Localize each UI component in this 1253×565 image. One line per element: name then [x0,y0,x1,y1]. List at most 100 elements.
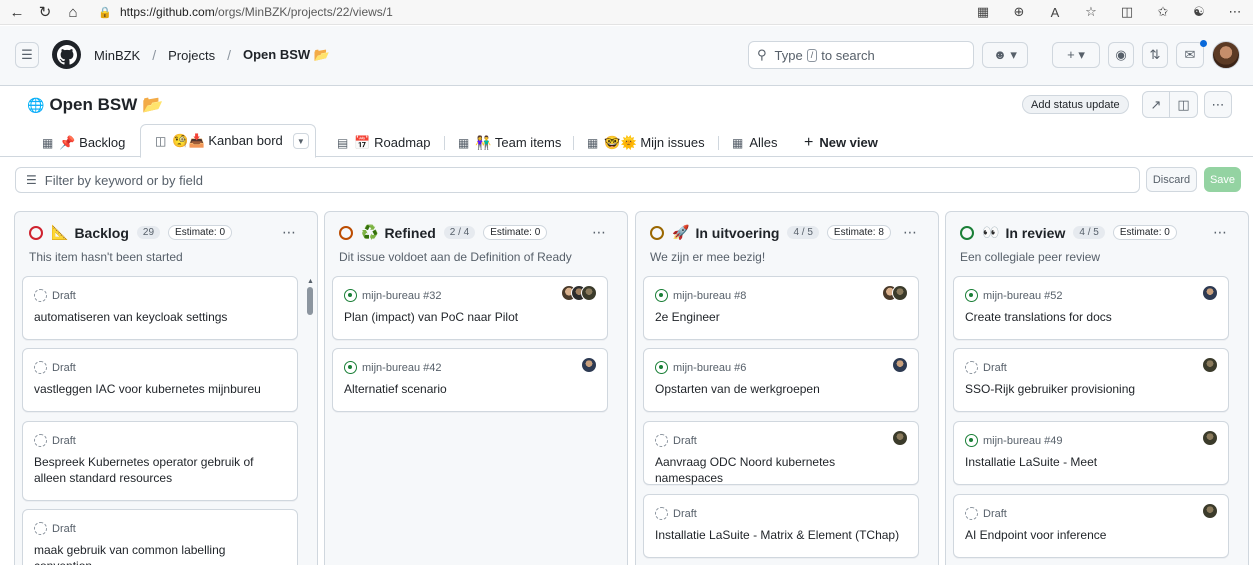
column-description: This item hasn't been started [29,250,183,264]
inbox-icon[interactable]: ✉ [1176,42,1204,68]
tab-roadmap[interactable]: ▤ 📅 Roadmap [337,128,431,157]
column-header: ♻️ Refined 2 / 4 Estimate: 0 [339,224,548,241]
tab-label: 📌 Backlog [59,134,126,150]
column-menu-icon[interactable]: ⋯ [1213,224,1228,241]
board-card[interactable]: Draft maak gebruik van common labelling … [22,509,298,565]
board-card[interactable]: Draft SSO-Rijk gebruiker provisioning [953,348,1229,412]
address-bar[interactable]: 🔒 https://github.com/orgs/MinBZK/project… [98,1,393,23]
hamburger-menu-button[interactable]: ☰ [15,42,39,68]
url-text[interactable]: https://github.com/orgs/MinBZK/projects/… [120,5,393,19]
search-input[interactable]: ⚲ Type / to search [748,41,974,69]
project-menu-icon[interactable]: ⋯ [1204,91,1232,118]
column-menu-icon[interactable]: ⋯ [592,224,607,241]
tab-backlog[interactable]: ▦ 📌 Backlog [42,128,125,157]
home-icon[interactable]: ⌂ [62,1,84,23]
add-status-update-button[interactable]: Add status update [1022,95,1129,114]
breadcrumb-project[interactable]: Open BSW 📂 [243,47,330,63]
card-meta: Draft [34,522,76,535]
read-aloud-icon[interactable]: A [1045,2,1065,22]
card-title[interactable]: Opstarten van de werkgroepen [655,381,905,397]
column-menu-icon[interactable]: ⋯ [282,224,297,241]
avatar[interactable] [892,285,908,301]
tab-kanban-bord[interactable]: ◫ 🧐📥 Kanban bord ▼ [140,124,316,158]
avatar[interactable] [581,357,597,373]
user-avatar[interactable] [1212,41,1240,69]
card-title[interactable]: AI Endpoint voor inference [965,527,1215,543]
filter-input[interactable]: ☰ Filter by keyword or by field [15,167,1140,193]
tab-alles[interactable]: ▦ Alles [732,128,778,157]
discard-button[interactable]: Discard [1146,167,1197,192]
card-title[interactable]: Installatie LaSuite - Meet [965,454,1215,470]
avatar[interactable] [1202,430,1218,446]
board-card[interactable]: mijn-bureau #6 Opstarten van de werkgroe… [643,348,919,412]
card-title[interactable]: 2e Engineer [655,309,905,325]
split-screen-icon[interactable]: ◫ [1117,2,1137,22]
reload-icon[interactable]: ↻ [34,1,56,23]
assignees [1202,285,1218,301]
tab-mijn-issues[interactable]: ▦ 🤓🌞 Mijn issues [587,128,705,157]
board-card[interactable]: mijn-bureau #42 Alternatief scenario [332,348,608,412]
breadcrumb-projects[interactable]: Projects [168,48,215,63]
column-menu-icon[interactable]: ⋯ [903,224,918,241]
card-title[interactable]: SSO-Rijk gebruiker provisioning [965,381,1215,397]
back-icon[interactable]: ← [6,1,28,23]
card-title[interactable]: Create translations for docs [965,309,1215,325]
copilot-button[interactable]: ☻ ▾ [982,42,1028,68]
insights-icon[interactable]: ↗ [1142,91,1170,118]
create-new-button[interactable]: + ▾ [1052,42,1100,68]
github-logo-icon[interactable] [52,40,81,69]
url-host: https://github.com [120,5,215,19]
avatar[interactable] [1202,285,1218,301]
card-title[interactable]: Alternatief scenario [344,381,594,397]
board-card[interactable]: Draft automatiseren van keycloak setting… [22,276,298,340]
issues-icon[interactable]: ◉ [1108,42,1134,68]
zoom-icon[interactable]: ⊕ [1009,2,1029,22]
board-card[interactable]: mijn-bureau #49 Installatie LaSuite - Me… [953,421,1229,485]
board-card[interactable]: Draft vastleggen IAC voor kubernetes mij… [22,348,298,412]
card-title[interactable]: maak gebruik van common labelling conven… [34,542,284,565]
board-card[interactable]: Draft Aanvraag ODC Noord kubernetes name… [643,421,919,485]
new-view-button[interactable]: + New view [804,128,878,157]
side-panel-icon[interactable]: ◫ [1170,91,1198,118]
avatar[interactable] [581,285,597,301]
board-card[interactable]: mijn-bureau #8 2e Engineer [643,276,919,340]
extensions-icon[interactable]: ☯ [1189,2,1209,22]
card-title[interactable]: Plan (impact) van PoC naar Pilot [344,309,594,325]
chevron-down-icon[interactable]: ▼ [292,133,309,149]
card-title[interactable]: Aanvraag ODC Noord kubernetes namespaces [655,454,905,486]
favorites-bar-icon[interactable]: ✩ [1153,2,1173,22]
assignees [581,357,597,373]
card-title[interactable]: vastleggen IAC voor kubernetes mijnbureu [34,381,284,397]
pull-requests-icon[interactable]: ⇅ [1142,42,1168,68]
avatar[interactable] [1202,503,1218,519]
avatar[interactable] [1202,357,1218,373]
scrollbar-thumb[interactable] [307,287,313,315]
card-meta: Draft [965,361,1007,374]
board-card[interactable]: mijn-bureau #32 Plan (impact) van PoC na… [332,276,608,340]
card-title[interactable]: Bespreek Kubernetes operator gebruik of … [34,454,284,486]
tab-team-items[interactable]: ▦ 👫 Team items [458,128,561,157]
column-header: 🚀 In uitvoering 4 / 5 Estimate: 8 [650,224,891,241]
board-card[interactable]: Draft Installatie LaSuite - Matrix & Ele… [643,494,919,558]
breadcrumb: MinBZK / Projects / Open BSW 📂 [94,47,330,63]
search-prefix: Type [774,47,803,63]
card-meta: mijn-bureau #6 [655,361,746,374]
table-icon: ▦ [42,135,54,150]
favorite-icon[interactable]: ☆ [1081,2,1101,22]
column-scrollbar[interactable]: ▲ [307,278,314,565]
more-icon[interactable]: ⋯ [1225,2,1245,22]
apps-icon[interactable]: ▦ [973,2,993,22]
avatar[interactable] [892,430,908,446]
board-card[interactable]: Draft AI Endpoint voor inference [953,494,1229,558]
board-card[interactable]: mijn-bureau #52 Create translations for … [953,276,1229,340]
save-button[interactable]: Save [1204,167,1241,192]
board-card[interactable]: Draft Bespreek Kubernetes operator gebru… [22,421,298,501]
breadcrumb-org[interactable]: MinBZK [94,48,140,63]
scroll-up-icon[interactable]: ▲ [307,278,314,285]
column-in-review: 👀 In review 4 / 5 Estimate: 0 ⋯ Een coll… [945,211,1249,565]
card-title[interactable]: Installatie LaSuite - Matrix & Element (… [655,527,905,543]
assignees [1202,357,1218,373]
card-title[interactable]: automatiseren van keycloak settings [34,309,284,325]
avatar[interactable] [892,357,908,373]
open-issue-icon [344,289,357,302]
